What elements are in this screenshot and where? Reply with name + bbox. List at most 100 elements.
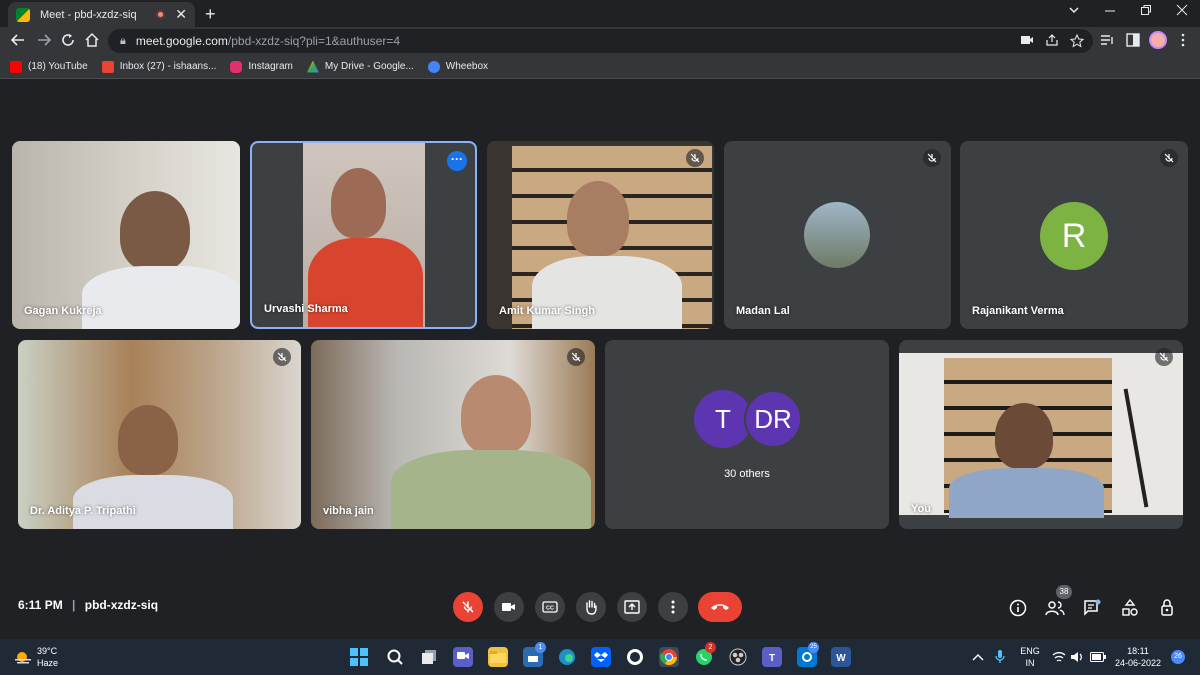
microphone-icon[interactable] [995,649,1005,665]
participant-tile-gagan[interactable]: Gagan Kukreja [12,141,240,329]
video-feed [82,266,240,329]
bookmarks-bar: (18) YouTube Inbox (27) - ishaans... Ins… [0,55,1200,79]
close-window-icon[interactable] [1176,4,1188,16]
leave-call-button[interactable] [698,592,742,622]
forward-icon[interactable] [36,32,52,48]
notification-badge[interactable]: 26 [1171,650,1185,664]
wifi-icon[interactable] [1052,651,1066,663]
bookmark-label: Instagram [248,61,293,72]
instagram-icon [230,60,243,73]
chat-icon[interactable] [453,647,473,667]
media-control-icon[interactable] [1100,33,1114,47]
participant-name: Dr. Aditya P. Tripathi [30,505,136,517]
bookmark-drive[interactable]: My Drive - Google... [306,60,414,73]
participant-tile-urvashi[interactable]: ··· Urvashi Sharma [250,141,477,329]
meeting-info: 6:11 PM | pbd-xzdz-siq [18,598,158,612]
word-icon[interactable]: W [831,647,851,667]
whatsapp-badge: 2 [705,642,716,653]
edge-icon[interactable] [557,647,577,667]
raise-hand-icon [586,600,597,615]
mic-toggle-button[interactable] [453,592,483,622]
others-tile[interactable]: T DR 30 others [605,340,889,529]
gmail-icon [101,60,114,73]
more-options-button[interactable]: ··· [447,151,467,171]
address-bar[interactable]: 🔒︎ meet.google.com /pbd-xzdz-siq?pli=1&a… [108,29,1093,53]
tab-title: Meet - pbd-xzdz-siq [40,8,137,21]
video-feed [567,181,629,256]
video-feed [532,256,682,329]
participant-tile-amit[interactable]: Amit Kumar Singh [487,141,714,329]
home-icon[interactable] [84,32,100,48]
browser-toolbar: 🔒︎ meet.google.com /pbd-xzdz-siq?pli=1&a… [0,27,1200,55]
bookmark-gmail[interactable]: Inbox (27) - ishaans... [101,60,217,73]
taskbar: 39°C Haze 1 2 T 25 W ENG IN 18:11 24-06-… [0,639,1200,675]
tab-strip: Meet - pbd-xzdz-siq ✕ + [0,0,1200,27]
start-icon[interactable] [349,647,369,667]
activities-button[interactable] [1120,598,1140,618]
browser-tab[interactable]: Meet - pbd-xzdz-siq ✕ [8,2,195,27]
obs-icon[interactable] [728,647,748,667]
outlook-badge: 25 [808,642,819,653]
participant-name: Urvashi Sharma [264,303,348,315]
chat-icon [1084,599,1101,616]
share-icon[interactable] [1045,34,1059,46]
volume-icon[interactable] [1070,651,1084,663]
camera-in-use-icon[interactable] [1020,34,1034,46]
new-tab-button[interactable]: + [205,4,216,25]
participant-tile-madan[interactable]: Madan Lal [724,141,951,329]
camera-toggle-button[interactable] [494,592,524,622]
mic-off-icon [923,149,941,167]
back-icon[interactable] [10,32,26,48]
github-icon[interactable] [625,647,645,667]
meet-favicon-icon [16,7,30,22]
chat-button[interactable] [1082,598,1102,618]
bookmark-instagram[interactable]: Instagram [230,60,293,73]
bookmark-star-icon[interactable] [1070,34,1084,48]
bookmark-wheebox[interactable]: Wheebox [427,60,488,73]
side-panel-icon[interactable] [1126,33,1140,47]
participant-tile-aditya[interactable]: Dr. Aditya P. Tripathi [18,340,301,529]
participant-name: You [911,503,931,515]
tab-search-icon[interactable] [1068,4,1080,16]
restore-icon[interactable] [1140,4,1152,16]
participant-name: Gagan Kukreja [24,305,102,317]
participant-tile-vibha[interactable]: vibha jain [311,340,595,529]
participant-name: Madan Lal [736,305,790,317]
bookmark-label: Inbox (27) - ishaans... [119,61,217,72]
svg-text:T: T [769,653,775,663]
raise-hand-button[interactable] [576,592,606,622]
dropbox-icon[interactable] [591,647,611,667]
more-options-button[interactable] [658,592,688,622]
lock-person-icon [1161,599,1173,616]
file-explorer-icon[interactable] [488,647,508,667]
mic-off-icon [273,348,291,366]
url-path: /pbd-xzdz-siq?pli=1&authuser=4 [227,34,401,48]
participant-tile-you[interactable]: You [899,340,1183,529]
teams-work-icon[interactable]: T [762,647,782,667]
clock-time[interactable]: 18:11 [1110,646,1166,657]
weather-desc: Haze [37,658,59,668]
meeting-details-button[interactable] [1008,598,1028,618]
profile-avatar[interactable] [1149,31,1167,49]
reload-icon[interactable] [60,32,76,48]
host-controls-button[interactable] [1158,598,1178,618]
chrome-icon[interactable] [659,647,679,667]
task-view-icon[interactable] [419,647,439,667]
chevron-up-icon[interactable] [972,652,984,662]
language-code[interactable]: ENG [1018,646,1042,657]
meeting-time: 6:11 PM [18,598,63,612]
bookmark-youtube[interactable]: (18) YouTube [10,60,88,73]
people-count-badge: 38 [1056,585,1072,599]
mic-off-icon [567,348,585,366]
participant-tile-rajanikant[interactable]: R Rajanikant Verma [960,141,1188,329]
people-button[interactable] [1045,598,1065,618]
minimize-icon[interactable] [1104,4,1116,16]
tab-close-icon[interactable]: ✕ [175,6,187,23]
participant-name: Rajanikant Verma [972,305,1064,317]
battery-icon[interactable] [1090,652,1106,662]
search-icon[interactable] [385,647,405,667]
menu-dots-icon[interactable] [1180,33,1186,47]
captions-button[interactable]: CC [535,592,565,622]
wheebox-icon [427,60,440,73]
present-button[interactable] [617,592,647,622]
